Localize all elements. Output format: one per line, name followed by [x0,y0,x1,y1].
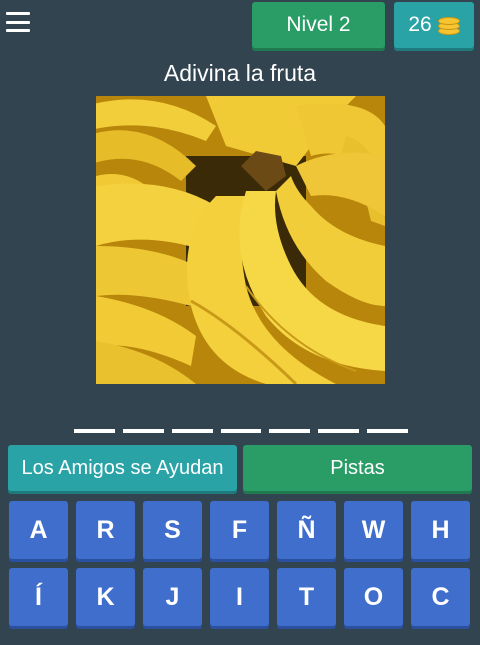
answer-slot [74,429,115,433]
letter-keyboard: A R S F Ñ W H Í K J I T O C [9,501,472,635]
letter-key[interactable]: R [76,501,135,559]
answer-slot [318,429,360,433]
answer-slot [220,429,262,433]
level-badge: Nivel 2 [252,2,385,48]
letter-key[interactable]: W [344,501,403,559]
menu-icon[interactable] [6,12,30,32]
letter-key[interactable]: H [411,501,470,559]
letter-key[interactable]: O [344,568,403,626]
coins-icon [437,15,460,35]
answer-slot [171,429,213,433]
letter-key[interactable]: S [143,501,202,559]
answer-slot [122,429,164,433]
letter-key[interactable]: Í [9,568,68,626]
hints-label: Pistas [330,456,385,479]
coins-count: 26 [408,13,432,36]
keyboard-row: Í K J I T O C [9,568,472,626]
letter-key[interactable]: A [9,501,68,559]
answer-slot [367,429,409,433]
letter-key[interactable]: I [210,568,269,626]
friends-help-button[interactable]: Los Amigos se Ayudan [8,445,237,491]
coins-badge[interactable]: 26 [394,2,474,48]
hints-button[interactable]: Pistas [243,445,472,491]
letter-key[interactable]: T [277,568,336,626]
letter-key[interactable]: C [411,568,470,626]
letter-key[interactable]: K [76,568,135,626]
page-title: Adivina la fruta [163,60,317,86]
level-label: Nivel 2 [286,13,351,36]
answer-slot [269,429,311,433]
letter-key[interactable]: J [143,568,202,626]
answer-slots [74,429,409,435]
letter-key[interactable]: F [210,501,269,559]
friends-help-label: Los Amigos se Ayudan [21,456,224,479]
keyboard-row: A R S F Ñ W H [9,501,472,559]
banana-photo [96,96,385,384]
letter-key[interactable]: Ñ [277,501,336,559]
